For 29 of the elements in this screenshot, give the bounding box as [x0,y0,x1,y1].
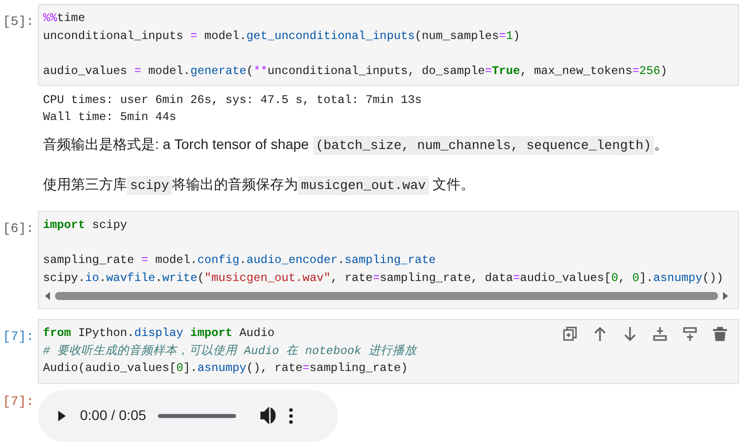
cell-prompt: [5]: [2,13,35,31]
volume-icon[interactable] [260,407,278,424]
play-icon[interactable] [56,410,68,422]
delete-icon[interactable] [712,326,728,342]
code-line: Audio(audio_values[0].asnumpy(), rate=sampling_rate) [43,360,408,377]
arrow-up-icon[interactable] [592,326,608,342]
scroll-left-icon[interactable] [43,291,51,301]
progress-track[interactable] [158,414,236,418]
code-line: sampling_rate = model.config.audio_encoder.sampling_rate [43,252,436,269]
scroll-right-icon[interactable] [722,291,730,301]
output-text: CPU times: user 6min 26s, sys: 47.5 s, total: 7min 13s Wall time: 5min 44s [42,92,423,126]
scrollbar-thumb[interactable] [55,292,718,300]
cell-prompt: [7]: [2,328,35,346]
time-display: 0:00 / 0:05 [80,406,146,425]
insert-above-icon[interactable] [652,326,668,342]
cell-prompt: [7]: [2,392,35,410]
code-line: audio_values = model.generate(**unconditional_inputs, do_sample=True, max_new_tokens=256) [43,62,668,80]
code-line: unconditional_inputs = model.get_unconditional_inputs(num_samples=1) [43,28,520,44]
cell-prompt: [6]: [2,220,35,238]
code-line: %%time [43,10,86,27]
code-line: import scipy [43,217,128,234]
code-line: scipy.io.wavfile.write("musicgen_out.wav", rate=sampling_rate, data=audio_values[0, 0].asnumpy()) [43,270,724,286]
arrow-down-icon[interactable] [622,326,638,342]
more-icon[interactable] [289,408,294,424]
code-line: # 要收听生成的音频样本，可以使用 Audio 在 notebook 进行播放 [43,342,416,360]
insert-below-icon[interactable] [682,326,698,342]
code-line: from IPython.display import Audio [43,325,274,342]
markdown-paragraph: 使用第三方库 scipy 将输出的音频保存为 musicgen_out.wav 文件。 [43,174,476,195]
duplicate-icon[interactable] [562,326,578,342]
